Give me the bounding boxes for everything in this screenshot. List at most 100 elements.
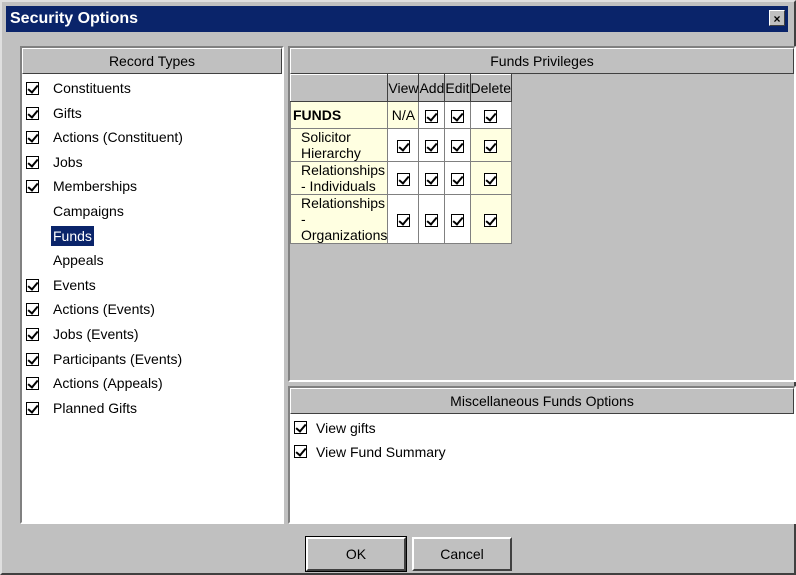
privilege-delete-cell[interactable] [469, 194, 512, 244]
privilege-view-cell[interactable]: N/A [387, 101, 420, 129]
column-header-view: View [387, 74, 420, 102]
misc-option-label: View gifts [316, 420, 376, 436]
privilege-delete-checkbox[interactable] [484, 109, 498, 123]
record-type-funds[interactable]: Funds [24, 224, 276, 248]
record-type-label: Jobs [53, 153, 83, 170]
record-type-actions-appeals[interactable]: Actions (Appeals) [24, 371, 276, 395]
column-header-add: Add [418, 74, 446, 102]
privilege-edit-checkbox[interactable] [450, 213, 464, 227]
record-type-checkbox[interactable] [26, 106, 39, 120]
privilege-edit-cell[interactable] [444, 161, 471, 195]
window-title: Security Options [10, 10, 139, 27]
record-type-actions-events[interactable]: Actions (Events) [24, 297, 276, 321]
privilege-delete-checkbox[interactable] [484, 213, 498, 227]
privilege-row: Solicitor Hierarchy [289, 128, 512, 162]
privilege-edit-checkbox[interactable] [450, 109, 464, 123]
privilege-add-cell[interactable] [418, 128, 446, 162]
privilege-edit-checkbox[interactable] [450, 172, 464, 186]
record-type-actions-constituent[interactable]: Actions (Constituent) [24, 125, 276, 149]
record-type-checkbox[interactable] [26, 82, 39, 95]
record-type-checkbox[interactable] [26, 352, 39, 366]
record-types-panel: Record Types Constituents Gifts Actions (C… [20, 46, 284, 524]
privilege-name: FUNDS [289, 101, 389, 129]
privilege-add-cell[interactable] [418, 161, 446, 195]
record-type-label: Gifts [53, 104, 82, 121]
privilege-view-cell[interactable] [387, 194, 420, 244]
record-type-checkbox[interactable] [26, 278, 39, 292]
record-type-checkbox[interactable] [26, 328, 39, 341]
ok-button[interactable]: OK [305, 536, 407, 572]
misc-options-list: View gifts View Fund Summary [290, 416, 794, 522]
record-type-label: Appeals [53, 252, 104, 269]
misc-option-checkbox[interactable] [294, 445, 307, 458]
privilege-delete-cell[interactable] [469, 101, 512, 129]
record-type-jobs[interactable]: Jobs [24, 150, 276, 174]
privilege-row: Relationships - Individuals [289, 161, 512, 195]
misc-option-label: View Fund Summary [316, 444, 446, 460]
record-type-label: Constituents [53, 80, 131, 96]
record-type-label: Actions (Events) [53, 301, 155, 318]
privilege-view-cell[interactable] [387, 161, 420, 195]
record-type-checkbox[interactable] [26, 155, 39, 169]
privileges-table: View Add Edit Delete FUNDS N/A Solicitor Hiera… [289, 74, 512, 244]
privilege-view-checkbox[interactable] [396, 139, 410, 153]
record-type-checkbox[interactable] [26, 131, 39, 145]
record-type-label: Participants (Events) [53, 350, 183, 367]
record-type-gifts[interactable]: Gifts [24, 101, 276, 125]
record-type-label: Actions (Appeals) [53, 375, 163, 392]
privilege-delete-checkbox[interactable] [484, 172, 498, 186]
privilege-delete-checkbox[interactable] [484, 139, 498, 153]
privilege-row: FUNDS N/A [289, 101, 512, 129]
record-type-label: Planned Gifts [53, 399, 138, 416]
funds-privileges-panel: Funds Privileges View Add Edit Delete FUNDS N… [288, 46, 796, 382]
record-type-label: Jobs (Events) [53, 326, 139, 342]
privilege-view-checkbox[interactable] [396, 213, 410, 227]
cancel-button[interactable]: Cancel [412, 537, 512, 571]
record-type-participants-events[interactable]: Participants (Events) [24, 347, 276, 371]
record-types-header: Record Types [22, 48, 282, 74]
privilege-edit-cell[interactable] [444, 194, 471, 244]
privilege-name: Relationships - Organizations [289, 194, 389, 244]
record-type-planned-gifts[interactable]: Planned Gifts [24, 396, 276, 420]
record-type-label: Events [53, 276, 96, 293]
funds-privileges-header: Funds Privileges [290, 48, 794, 74]
record-type-label: Funds [50, 224, 95, 247]
record-type-checkbox[interactable] [26, 377, 39, 391]
privilege-name-column-header [289, 74, 389, 102]
record-type-jobs-events[interactable]: Jobs (Events) [24, 322, 276, 346]
privilege-add-checkbox[interactable] [425, 172, 439, 186]
privilege-delete-cell[interactable] [469, 128, 512, 162]
record-type-label: Campaigns [53, 203, 124, 219]
privilege-view-checkbox[interactable] [396, 172, 410, 186]
close-icon[interactable]: × [769, 10, 785, 26]
record-type-appeals[interactable]: Appeals [24, 248, 276, 272]
privilege-add-cell[interactable] [418, 194, 446, 244]
column-header-edit: Edit [444, 74, 471, 102]
record-type-checkbox[interactable] [26, 303, 39, 317]
privilege-row: Relationships - Organizations [289, 194, 512, 244]
privilege-view-cell[interactable] [387, 128, 420, 162]
privilege-edit-cell[interactable] [444, 128, 471, 162]
record-type-label: Memberships [53, 178, 138, 195]
privilege-edit-cell[interactable] [444, 101, 471, 129]
record-types-list: Constituents Gifts Actions (Constituent) Jo… [22, 76, 282, 522]
privilege-add-cell[interactable] [418, 101, 446, 129]
privilege-add-checkbox[interactable] [425, 139, 439, 153]
misc-option-checkbox[interactable] [294, 421, 307, 434]
privilege-name: Relationships - Individuals [289, 161, 389, 195]
misc-funds-options-panel: Miscellaneous Funds Options View gifts Vi… [288, 386, 796, 524]
record-type-checkbox[interactable] [26, 401, 39, 415]
misc-funds-options-header: Miscellaneous Funds Options [290, 388, 794, 414]
privilege-add-checkbox[interactable] [425, 213, 439, 227]
record-type-constituents[interactable]: Constituents [24, 76, 276, 100]
privilege-delete-cell[interactable] [469, 161, 512, 195]
record-type-label: Actions (Constituent) [53, 129, 183, 146]
privilege-add-checkbox[interactable] [425, 109, 439, 123]
record-type-campaigns[interactable]: Campaigns [24, 199, 276, 223]
record-type-memberships[interactable]: Memberships [24, 174, 276, 198]
record-type-checkbox[interactable] [26, 180, 39, 194]
record-type-events[interactable]: Events [24, 273, 276, 297]
privilege-edit-checkbox[interactable] [450, 139, 464, 153]
title-bar[interactable]: Security Options × [6, 6, 788, 32]
column-header-delete: Delete [469, 74, 512, 102]
